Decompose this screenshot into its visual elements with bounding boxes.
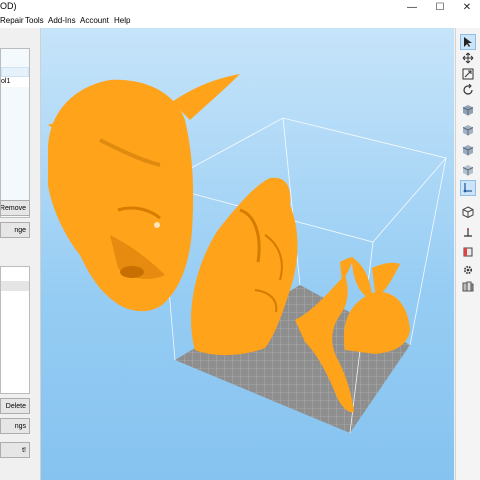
mask-piece-right bbox=[343, 258, 410, 354]
rotate-icon[interactable] bbox=[460, 82, 476, 98]
window-title: OD) bbox=[0, 1, 17, 11]
wireframe-cube-icon[interactable] bbox=[460, 204, 476, 220]
menu-help[interactable]: Help bbox=[114, 16, 130, 25]
remove-button[interactable]: Remove bbox=[0, 200, 30, 216]
scale-icon[interactable] bbox=[460, 66, 476, 82]
menu-add-ins[interactable]: Add-Ins bbox=[48, 16, 76, 25]
move-icon[interactable] bbox=[460, 50, 476, 66]
box-icon[interactable] bbox=[460, 244, 476, 260]
object-list[interactable]: ol1 bbox=[0, 48, 30, 218]
title-bar: OD) — ☐ ✕ bbox=[0, 0, 480, 14]
cube-front-icon[interactable] bbox=[460, 122, 476, 138]
settings-gear-icon[interactable] bbox=[460, 262, 476, 278]
measure-icon[interactable] bbox=[460, 180, 476, 196]
menu-account[interactable]: Account bbox=[80, 16, 109, 25]
change-button[interactable]: nge bbox=[0, 222, 30, 238]
right-toolbar bbox=[455, 28, 480, 480]
list-item[interactable]: ol1 bbox=[1, 77, 29, 87]
left-panel: ol1 Remove nge Delete ngs t! bbox=[0, 28, 41, 480]
close-button[interactable]: ✕ bbox=[455, 0, 479, 14]
cube-view-icon[interactable] bbox=[460, 102, 476, 118]
layers-icon[interactable] bbox=[460, 278, 476, 294]
pointer-icon[interactable] bbox=[460, 34, 476, 50]
minimize-button[interactable]: — bbox=[400, 0, 424, 14]
menu-bar: Repair Tools Add-Ins Account Help bbox=[0, 14, 480, 28]
mesh-list[interactable] bbox=[0, 266, 30, 394]
menu-repair[interactable]: Repair bbox=[0, 16, 24, 25]
cube-top-icon[interactable] bbox=[460, 162, 476, 178]
maximize-button[interactable]: ☐ bbox=[428, 0, 452, 14]
menu-tools[interactable]: Tools bbox=[25, 16, 44, 25]
scene bbox=[48, 74, 447, 434]
settings-button[interactable]: ngs bbox=[0, 418, 30, 434]
3d-viewport[interactable] bbox=[41, 28, 454, 480]
run-button[interactable]: t! bbox=[0, 442, 30, 458]
list-item[interactable] bbox=[1, 281, 29, 291]
cube-side-icon[interactable] bbox=[460, 142, 476, 158]
delete-button[interactable]: Delete bbox=[0, 398, 30, 414]
list-header bbox=[1, 67, 29, 77]
axis-icon[interactable] bbox=[460, 224, 476, 240]
